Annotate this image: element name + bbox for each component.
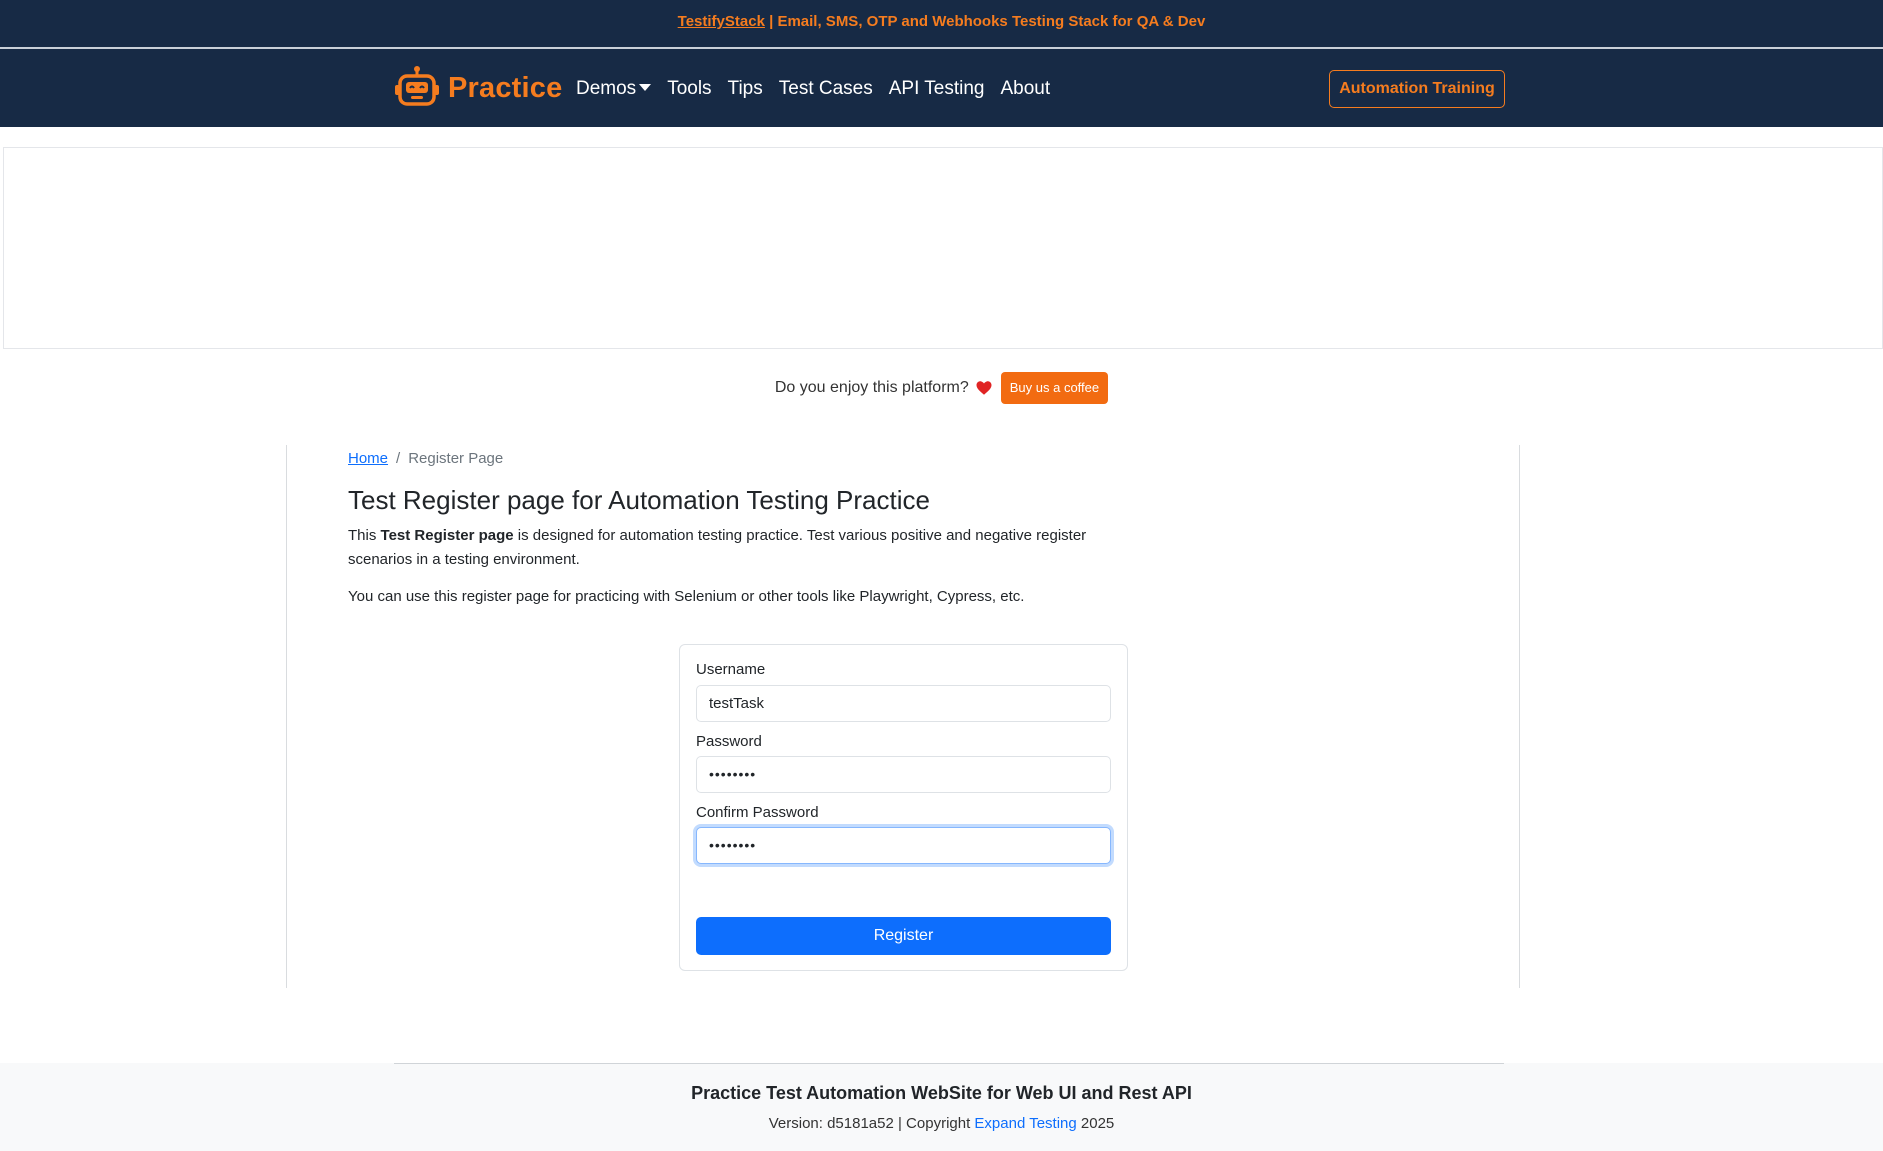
caret-down-icon [639,84,652,91]
nav-test-cases[interactable]: Test Cases [779,78,873,100]
buy-coffee-button[interactable]: Buy us a coffee [1000,372,1109,404]
username-label: Username [696,661,766,678]
nav-demos-dropdown[interactable]: Demos [576,78,652,100]
password-label: Password [696,733,762,750]
testifystack-link[interactable]: TestifyStack [678,13,765,30]
support-banner: Do you enjoy this platform? Buy us a cof… [0,372,1883,404]
top-banner-tagline: | Email, SMS, OTP and Webhooks Testing S… [764,13,1206,30]
automation-training-button[interactable]: Automation Training [1329,70,1505,108]
brand-name: Practice [448,71,563,104]
main-content: Home / Register Page Test Register page fo… [286,445,1520,988]
nav-links: Demos Tools Tips Test Cases API Testing … [576,78,1066,100]
breadcrumb-current: Register Page [408,450,504,467]
top-banner-text: TestifyStack | Email, SMS, OTP and Webho… [678,13,1206,30]
page-description-tools: You can use this register page for pract… [348,588,1025,605]
breadcrumb-home-link[interactable]: Home [348,450,388,467]
footer-year: 2025 [1076,1115,1115,1132]
nav-api-testing[interactable]: API Testing [889,78,985,100]
page-title: Test Register page for Automation Testin… [348,485,930,515]
confirm-password-label: Confirm Password [696,804,819,821]
page-description: This Test Register page is designed for … [348,524,1148,572]
footer-version-text: Version: d5181a52 | Copyright [768,1115,975,1132]
support-text: Do you enjoy this platform? [774,379,969,396]
desc-prefix: This [348,527,381,544]
nav-tips[interactable]: Tips [728,78,763,100]
nav-tools[interactable]: Tools [667,78,711,100]
register-form: Username testTask Password •••••••• Conf… [679,644,1128,971]
footer-copyright: Version: d5181a52 | Copyright Expand Tes… [0,1115,1883,1132]
main-navbar: Practice Demos Tools Tips Test Cases API… [0,49,1883,127]
nav-about[interactable]: About [1001,78,1051,100]
username-input[interactable]: testTask [696,685,1111,722]
robot-logo-icon [395,66,439,106]
top-banner: TestifyStack | Email, SMS, OTP and Webho… [0,0,1883,49]
nav-demos-label: Demos [576,78,637,99]
desc-bold: Test Register page [380,527,514,544]
brand-logo-link[interactable]: Practice [394,65,562,111]
register-button[interactable]: Register [696,917,1111,955]
footer-title: Practice Test Automation WebSite for Web… [691,1083,1192,1103]
footer: Practice Test Automation WebSite for Web… [0,1063,1883,1151]
heart-icon [976,381,992,395]
footer-divider [394,1063,1504,1064]
breadcrumb-separator: / [396,450,401,467]
password-input[interactable]: •••••••• [696,756,1111,793]
breadcrumb: Home / Register Page [348,450,503,467]
ad-placeholder [3,147,1883,349]
confirm-password-input[interactable]: •••••••• [696,827,1111,864]
expand-testing-link[interactable]: Expand Testing [974,1115,1076,1132]
